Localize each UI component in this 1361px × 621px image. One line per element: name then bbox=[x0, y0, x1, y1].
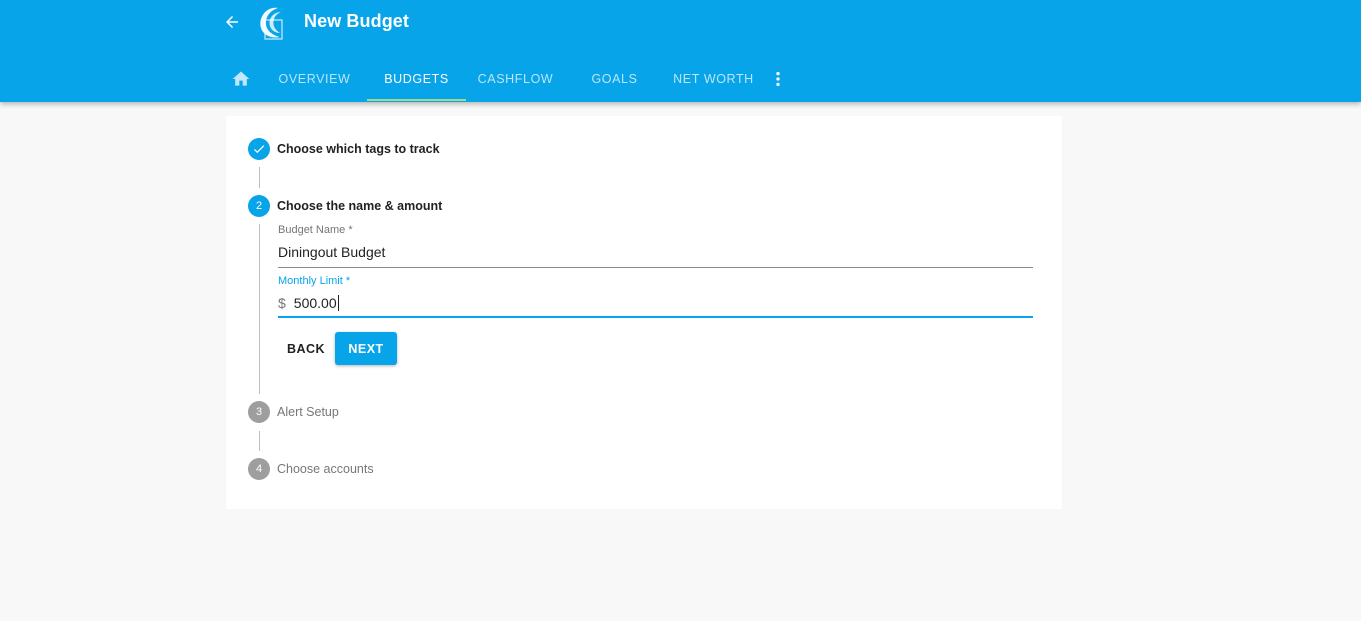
tab-goals[interactable]: GOALS bbox=[565, 57, 664, 101]
step-4-label[interactable]: Choose accounts bbox=[277, 462, 374, 476]
tab-overview[interactable]: OVERVIEW bbox=[262, 57, 367, 101]
tab-budgets[interactable]: BUDGETS bbox=[367, 57, 466, 101]
monthly-limit-value: 500.00 bbox=[293, 295, 337, 311]
step-connector bbox=[259, 431, 260, 451]
budget-name-input[interactable]: Diningout Budget bbox=[278, 244, 385, 260]
step-connector bbox=[259, 167, 260, 188]
back-button[interactable] bbox=[220, 10, 244, 34]
step-2-number-icon: 2 bbox=[248, 195, 270, 217]
budget-name-underline bbox=[278, 267, 1033, 268]
next-step-button[interactable]: NEXT bbox=[335, 332, 397, 365]
back-step-button[interactable]: BACK bbox=[280, 332, 332, 365]
arrow-left-icon bbox=[226, 16, 238, 28]
text-caret bbox=[337, 295, 339, 311]
tab-home[interactable] bbox=[220, 57, 262, 101]
step-connector bbox=[259, 224, 260, 394]
currency-prefix: $ bbox=[278, 295, 286, 311]
nav-tabs: OVERVIEW BUDGETS CASHFLOW GOALS NET WORT… bbox=[220, 57, 793, 101]
tab-cashflow[interactable]: CASHFLOW bbox=[466, 57, 565, 101]
step-4-number-icon: 4 bbox=[248, 458, 270, 480]
more-tabs-button[interactable] bbox=[763, 57, 793, 101]
stepper-card: Choose which tags to track 2 Choose the … bbox=[226, 116, 1062, 509]
step-3-label[interactable]: Alert Setup bbox=[277, 405, 339, 419]
step-1-label[interactable]: Choose which tags to track bbox=[277, 142, 440, 156]
step-3-number-icon: 3 bbox=[248, 401, 270, 423]
step-2-label[interactable]: Choose the name & amount bbox=[277, 199, 442, 213]
monthly-limit-input[interactable]: $500.00 bbox=[278, 295, 339, 311]
monthly-limit-underline bbox=[278, 316, 1033, 318]
more-vert-icon bbox=[776, 71, 780, 87]
app-logo bbox=[256, 4, 288, 40]
step-1-completed-icon bbox=[248, 138, 270, 160]
app-bar: New Budget OVERVIEW BUDGETS CASHFLOW GOA… bbox=[0, 0, 1361, 102]
budget-name-label: Budget Name * bbox=[278, 224, 353, 236]
check-icon bbox=[253, 145, 265, 154]
home-icon bbox=[232, 71, 250, 86]
tab-net-worth[interactable]: NET WORTH bbox=[664, 57, 763, 101]
monthly-limit-label: Monthly Limit * bbox=[278, 275, 351, 287]
page-title: New Budget bbox=[304, 11, 410, 31]
